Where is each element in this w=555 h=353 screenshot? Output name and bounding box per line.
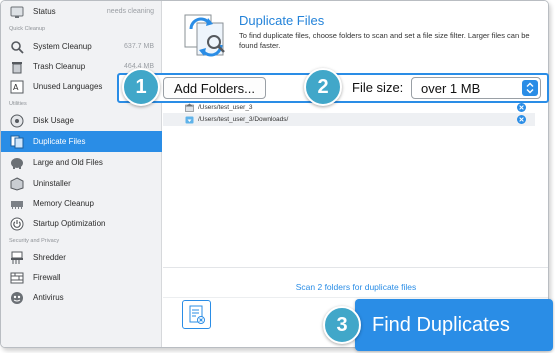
sidebar-item-memory-cleanup[interactable]: Memory Cleanup: [1, 193, 162, 214]
sidebar-item-label: Trash Cleanup: [33, 62, 86, 71]
scan-summary-link[interactable]: Scan 2 folders for duplicate files: [163, 282, 548, 292]
callout-badge-2: 2: [304, 68, 342, 106]
sidebar-item-large-old-files[interactable]: Large and Old Files: [1, 152, 162, 173]
system-cleanup-icon: [9, 39, 25, 55]
status-icon: [9, 4, 25, 20]
sidebar-item-label: Disk Usage: [33, 116, 74, 125]
sidebar-item-label: Antivirus: [33, 293, 64, 302]
file-size-value: over 1 MB: [421, 80, 481, 96]
sidebar-item-label: Memory Cleanup: [33, 199, 94, 208]
sidebar-item-label: Firewall: [33, 273, 61, 282]
system-cleanup-size: 637.7 MB: [124, 43, 154, 50]
antivirus-icon: [9, 290, 25, 306]
section-quick-cleanup: Quick Cleanup: [9, 26, 46, 32]
sidebar-item-firewall[interactable]: Firewall: [1, 267, 162, 288]
sidebar-item-shredder[interactable]: Shredder: [1, 247, 162, 268]
disk-usage-icon: [9, 113, 25, 129]
page-title: Duplicate Files: [239, 13, 325, 28]
sidebar-item-label: Uninstaller: [33, 179, 71, 188]
uninstaller-icon: [9, 176, 25, 192]
home-folder-icon: [185, 103, 194, 112]
remove-icon[interactable]: [517, 103, 526, 112]
callout-badge-1: 1: [122, 68, 160, 106]
bottom-divider: [163, 297, 548, 298]
duplicate-files-icon: [9, 134, 25, 150]
remove-icon[interactable]: [517, 115, 526, 124]
folder-path: /Users/test_user_3/Downloads/: [198, 116, 289, 123]
divider: [163, 267, 548, 268]
sidebar-item-label: System Cleanup: [33, 42, 92, 51]
power-icon: [9, 216, 25, 232]
folder-path: /Users/test_user_3: [198, 104, 253, 111]
report-icon[interactable]: [182, 300, 211, 329]
main-panel: [163, 1, 548, 347]
file-size-label: File size:: [352, 80, 404, 95]
sidebar-item-label: Large and Old Files: [33, 158, 103, 167]
chevron-updown-icon: [522, 80, 538, 96]
sidebar-item-uninstaller[interactable]: Uninstaller: [1, 173, 162, 194]
app-window: Status needs cleaning Quick Cleanup Syst…: [0, 0, 549, 348]
sidebar-item-status[interactable]: Status needs cleaning: [1, 1, 162, 22]
sidebar: Status needs cleaning Quick Cleanup Syst…: [1, 1, 162, 347]
folder-row[interactable]: /Users/test_user_3/Downloads/: [163, 113, 535, 126]
section-utilities: Utilities: [9, 101, 27, 107]
languages-icon: A: [9, 79, 25, 95]
sidebar-item-system-cleanup[interactable]: System Cleanup 637.7 MB: [1, 36, 162, 57]
shredder-icon: [9, 250, 25, 266]
sidebar-item-duplicate-files[interactable]: Duplicate Files: [1, 131, 162, 152]
sidebar-item-label: Duplicate Files: [33, 137, 86, 146]
firewall-icon: [9, 270, 25, 286]
sidebar-item-antivirus[interactable]: Antivirus: [1, 287, 162, 308]
file-size-select[interactable]: over 1 MB: [411, 77, 541, 99]
section-security-privacy: Security and Privacy: [9, 238, 60, 244]
trash-icon: [9, 59, 25, 75]
add-folders-button[interactable]: Add Folders...: [163, 77, 266, 99]
page-description: To find duplicate files, choose folders …: [239, 31, 530, 50]
elephant-icon: [9, 155, 25, 171]
sidebar-item-label: Startup Optimization: [33, 219, 106, 228]
callout-badge-3: 3: [323, 306, 361, 344]
status-value: needs cleaning: [106, 8, 154, 15]
sidebar-item-disk-usage[interactable]: Disk Usage: [1, 110, 162, 131]
find-duplicates-button[interactable]: Find Duplicates: [355, 299, 553, 351]
downloads-folder-icon: [185, 115, 194, 124]
sidebar-item-label: Status: [33, 7, 56, 16]
sidebar-item-label: Shredder: [33, 253, 66, 262]
svg-text:A: A: [13, 83, 19, 92]
duplicate-files-hero-icon: [181, 9, 233, 61]
memory-icon: [9, 196, 25, 212]
sidebar-item-startup-optimization[interactable]: Startup Optimization: [1, 213, 162, 234]
